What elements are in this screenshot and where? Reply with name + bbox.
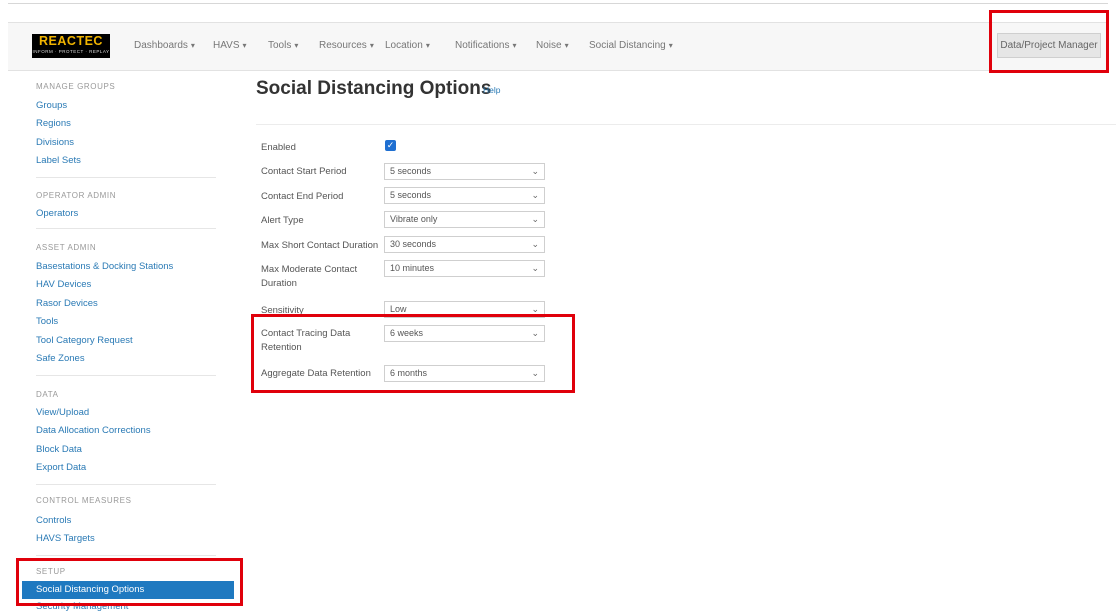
sidebar-item-data-allocation-corrections[interactable]: Data Allocation Corrections <box>36 425 151 436</box>
nav-social-distancing[interactable]: Social Distancing ▾ <box>589 40 673 51</box>
sidebar-item-groups[interactable]: Groups <box>36 100 67 111</box>
sidebar-item-tool-category-request[interactable]: Tool Category Request <box>36 335 133 346</box>
chevron-down-icon: ⌄ <box>531 166 539 176</box>
sidebar-divider <box>36 177 216 178</box>
sidebar-divider <box>36 484 216 485</box>
nav-noise[interactable]: Noise ▾ <box>536 40 569 51</box>
logo-text: REACTEC <box>39 34 103 48</box>
max-short-contact-duration-label: Max Short Contact Duration <box>261 240 379 251</box>
select-value: 10 minutes <box>390 263 435 273</box>
select-value: Vibrate only <box>390 214 438 224</box>
max-moderate-contact-duration-select[interactable]: 10 minutes ⌄ <box>384 260 545 277</box>
nav-havs[interactable]: HAVS ▾ <box>213 40 247 51</box>
highlight-box-social-distancing-options <box>16 558 243 606</box>
sidebar-heading-manage-groups: MANAGE GROUPS <box>36 82 116 91</box>
sidebar-heading-asset-admin: ASSET ADMIN <box>36 243 97 252</box>
sidebar-heading-control-measures: CONTROL MEASURES <box>36 496 132 505</box>
chevron-down-icon: ⌄ <box>531 214 539 224</box>
chevron-down-icon: ⌄ <box>531 263 539 273</box>
nav-label: Tools <box>268 40 292 51</box>
logo-tagline: INFORM · PROTECT · REPLAY <box>32 49 110 54</box>
caret-down-icon: ▾ <box>425 41 430 50</box>
sidebar-item-block-data[interactable]: Block Data <box>36 444 82 455</box>
highlight-box-data-project-manager <box>989 10 1109 73</box>
select-value: Low <box>390 304 407 314</box>
checkmark-icon: ✓ <box>386 140 395 150</box>
enabled-label: Enabled <box>261 142 296 153</box>
page-title: Social Distancing Options <box>256 78 492 99</box>
caret-down-icon: ▾ <box>242 41 247 50</box>
contact-end-period-select[interactable]: 5 seconds ⌄ <box>384 187 545 204</box>
sidebar-item-hav-devices[interactable]: HAV Devices <box>36 279 91 290</box>
nav-label: Social Distancing <box>589 40 666 51</box>
nav-dashboards[interactable]: Dashboards ▾ <box>134 40 195 51</box>
reactec-logo[interactable]: REACTEC INFORM · PROTECT · REPLAY <box>32 34 110 58</box>
sidebar-heading-operator-admin: OPERATOR ADMIN <box>36 191 117 200</box>
sidebar-heading-data: DATA <box>36 390 59 399</box>
nav-resources[interactable]: Resources ▾ <box>319 40 374 51</box>
select-value: 30 seconds <box>390 239 437 249</box>
max-moderate-contact-duration-label: Max Moderate Contact Duration <box>261 264 358 289</box>
sidebar-item-divisions[interactable]: Divisions <box>36 137 74 148</box>
sidebar-item-tools[interactable]: Tools <box>36 316 58 327</box>
caret-down-icon: ▾ <box>369 41 374 50</box>
help-link[interactable]: Help <box>483 85 500 95</box>
sidebar-divider <box>36 375 216 376</box>
nav-label: Notifications <box>455 40 510 51</box>
nav-notifications[interactable]: Notifications ▾ <box>455 40 516 51</box>
sidebar-item-basestations[interactable]: Basestations & Docking Stations <box>36 261 173 272</box>
sidebar-item-regions[interactable]: Regions <box>36 118 71 129</box>
contact-end-period-label: Contact End Period <box>261 191 344 202</box>
caret-down-icon: ▾ <box>668 41 673 50</box>
nav-label: Dashboards <box>134 40 188 51</box>
alert-type-label: Alert Type <box>261 215 304 226</box>
sidebar-item-safe-zones[interactable]: Safe Zones <box>36 353 85 364</box>
nav-location[interactable]: Location ▾ <box>385 40 430 51</box>
sidebar-item-export-data[interactable]: Export Data <box>36 462 86 473</box>
contact-start-period-label: Contact Start Period <box>261 166 347 177</box>
title-divider <box>256 124 1116 125</box>
select-value: 5 seconds <box>390 166 432 176</box>
top-divider <box>8 3 1108 4</box>
nav-tools[interactable]: Tools ▾ <box>268 40 298 51</box>
caret-down-icon: ▾ <box>564 41 569 50</box>
chevron-down-icon: ⌄ <box>531 239 539 249</box>
sidebar-item-controls[interactable]: Controls <box>36 515 71 526</box>
sidebar-divider <box>36 555 216 556</box>
sidebar-item-havs-targets[interactable]: HAVS Targets <box>36 533 95 544</box>
sidebar-item-label-sets[interactable]: Label Sets <box>36 155 81 166</box>
sidebar-item-rasor-devices[interactable]: Rasor Devices <box>36 298 98 309</box>
nav-label: HAVS <box>213 40 240 51</box>
alert-type-select[interactable]: Vibrate only ⌄ <box>384 211 545 228</box>
nav-label: Resources <box>319 40 367 51</box>
nav-label: Location <box>385 40 423 51</box>
sidebar-divider <box>36 228 216 229</box>
sidebar-item-view-upload[interactable]: View/Upload <box>36 407 89 418</box>
highlight-box-retention-fields <box>251 314 575 393</box>
select-value: 5 seconds <box>390 190 432 200</box>
contact-start-period-select[interactable]: 5 seconds ⌄ <box>384 163 545 180</box>
nav-label: Noise <box>536 40 562 51</box>
max-short-contact-duration-select[interactable]: 30 seconds ⌄ <box>384 236 545 253</box>
chevron-down-icon: ⌄ <box>531 190 539 200</box>
caret-down-icon: ▾ <box>190 41 195 50</box>
caret-down-icon: ▾ <box>294 41 299 50</box>
caret-down-icon: ▾ <box>512 41 517 50</box>
enabled-checkbox[interactable]: ✓ <box>385 140 396 151</box>
sidebar-item-operators[interactable]: Operators <box>36 208 78 219</box>
